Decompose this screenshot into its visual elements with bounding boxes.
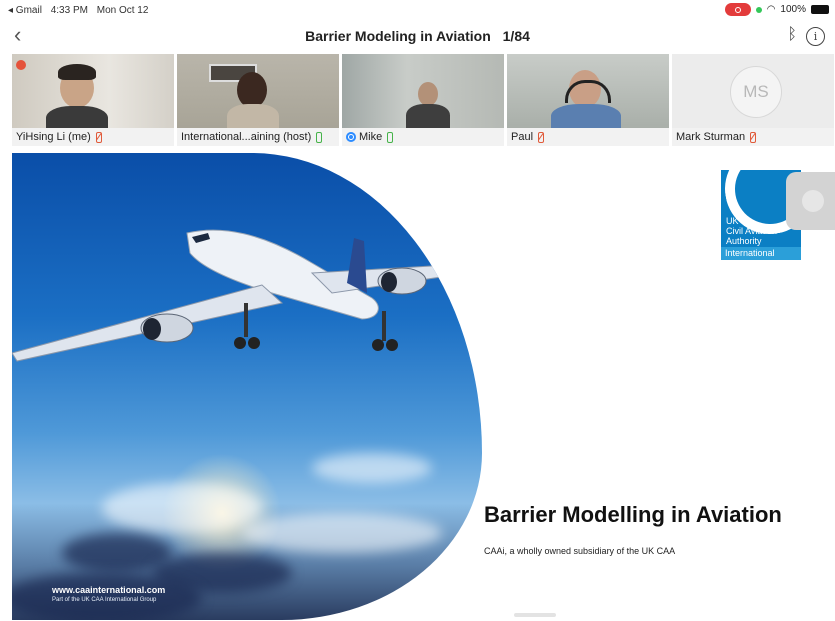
slide-title: Barrier Modelling in Aviation <box>484 502 782 527</box>
meeting-title: Barrier Modeling in Aviation <box>305 28 491 44</box>
participant-name: International...aining (host) <box>181 131 312 143</box>
info-icon[interactable]: i <box>806 27 825 46</box>
participant-tile-mark[interactable]: MS Mark Sturman <box>672 54 834 146</box>
participant-tile-host[interactable]: International...aining (host) <box>177 54 339 146</box>
participant-name-bar: Mark Sturman <box>672 128 834 146</box>
logo-text-uk: UK <box>726 216 739 226</box>
participant-name-bar: Mike <box>342 128 504 146</box>
status-date: Mon Oct 12 <box>96 5 149 16</box>
slide-airplane-image: www.caainternational.com Part of the UK … <box>12 153 482 620</box>
battery-percent: 100% <box>780 4 806 15</box>
slide-url: www.caainternational.com <box>52 585 166 595</box>
logo-text-international: International <box>721 247 801 260</box>
zoom-logo-icon <box>346 132 356 143</box>
mic-muted-icon <box>95 131 102 143</box>
battery-icon <box>811 5 829 14</box>
slide-url-subtext: Part of the UK CAA International Group <box>52 597 157 603</box>
mic-muted-icon <box>750 131 757 143</box>
participant-name-bar: Paul <box>507 128 669 146</box>
participant-name-bar: YiHsing Li (me) <box>12 128 174 146</box>
nav-bar: ‹ Barrier Modeling in Aviation 1/84 ᛒ i <box>0 20 835 52</box>
video-off-placeholder: MS <box>672 54 834 128</box>
avatar: MS <box>730 66 782 118</box>
participant-name: YiHsing Li (me) <box>16 131 91 143</box>
page-title: Barrier Modeling in Aviation 1/84 <box>0 28 835 44</box>
wifi-icon: ◠ <box>766 4 776 15</box>
headset-icon <box>565 80 611 103</box>
status-time: 4:33 PM <box>50 5 88 16</box>
page-counter: 1/84 <box>502 28 530 44</box>
bluetooth-icon[interactable]: ᛒ <box>787 26 797 44</box>
logo-text-civil-aviation: Civil Aviation <box>726 226 777 236</box>
airplane-icon <box>12 229 482 362</box>
recording-indicator-icon <box>724 3 751 16</box>
shared-slide: www.caainternational.com Part of the UK … <box>12 153 835 620</box>
floating-assistive-handle[interactable] <box>786 172 835 230</box>
status-bar: ◂ Gmail 4:33 PM Mon Oct 12 ◠ 100% <box>0 0 835 20</box>
participant-name: Mark Sturman <box>676 131 746 143</box>
participant-name: Paul <box>511 131 534 143</box>
participant-tile-mike[interactable]: Mike <box>342 54 504 146</box>
participant-strip: YiHsing Li (me) International...aining (… <box>12 54 835 146</box>
participant-name-bar: International...aining (host) <box>177 128 339 146</box>
participant-tile-yihsing[interactable]: YiHsing Li (me) <box>12 54 174 146</box>
participant-name: Mike <box>359 131 383 143</box>
logo-text-authority: Authority <box>726 236 762 246</box>
mic-muted-icon <box>538 131 545 143</box>
mic-on-icon <box>387 131 394 143</box>
participant-tile-paul[interactable]: Paul <box>507 54 669 146</box>
video-feed <box>507 54 669 134</box>
video-feed <box>177 54 339 134</box>
camera-in-use-icon <box>755 6 762 13</box>
notification-badge-icon <box>16 60 26 70</box>
video-feed <box>12 54 174 136</box>
mic-on-icon <box>316 131 323 143</box>
back-to-app-link[interactable]: ◂ Gmail <box>8 5 42 16</box>
slide-subtitle: CAAi, a wholly owned subsidiary of the U… <box>484 546 676 556</box>
scroll-indicator[interactable] <box>514 613 556 617</box>
video-feed <box>342 54 504 132</box>
